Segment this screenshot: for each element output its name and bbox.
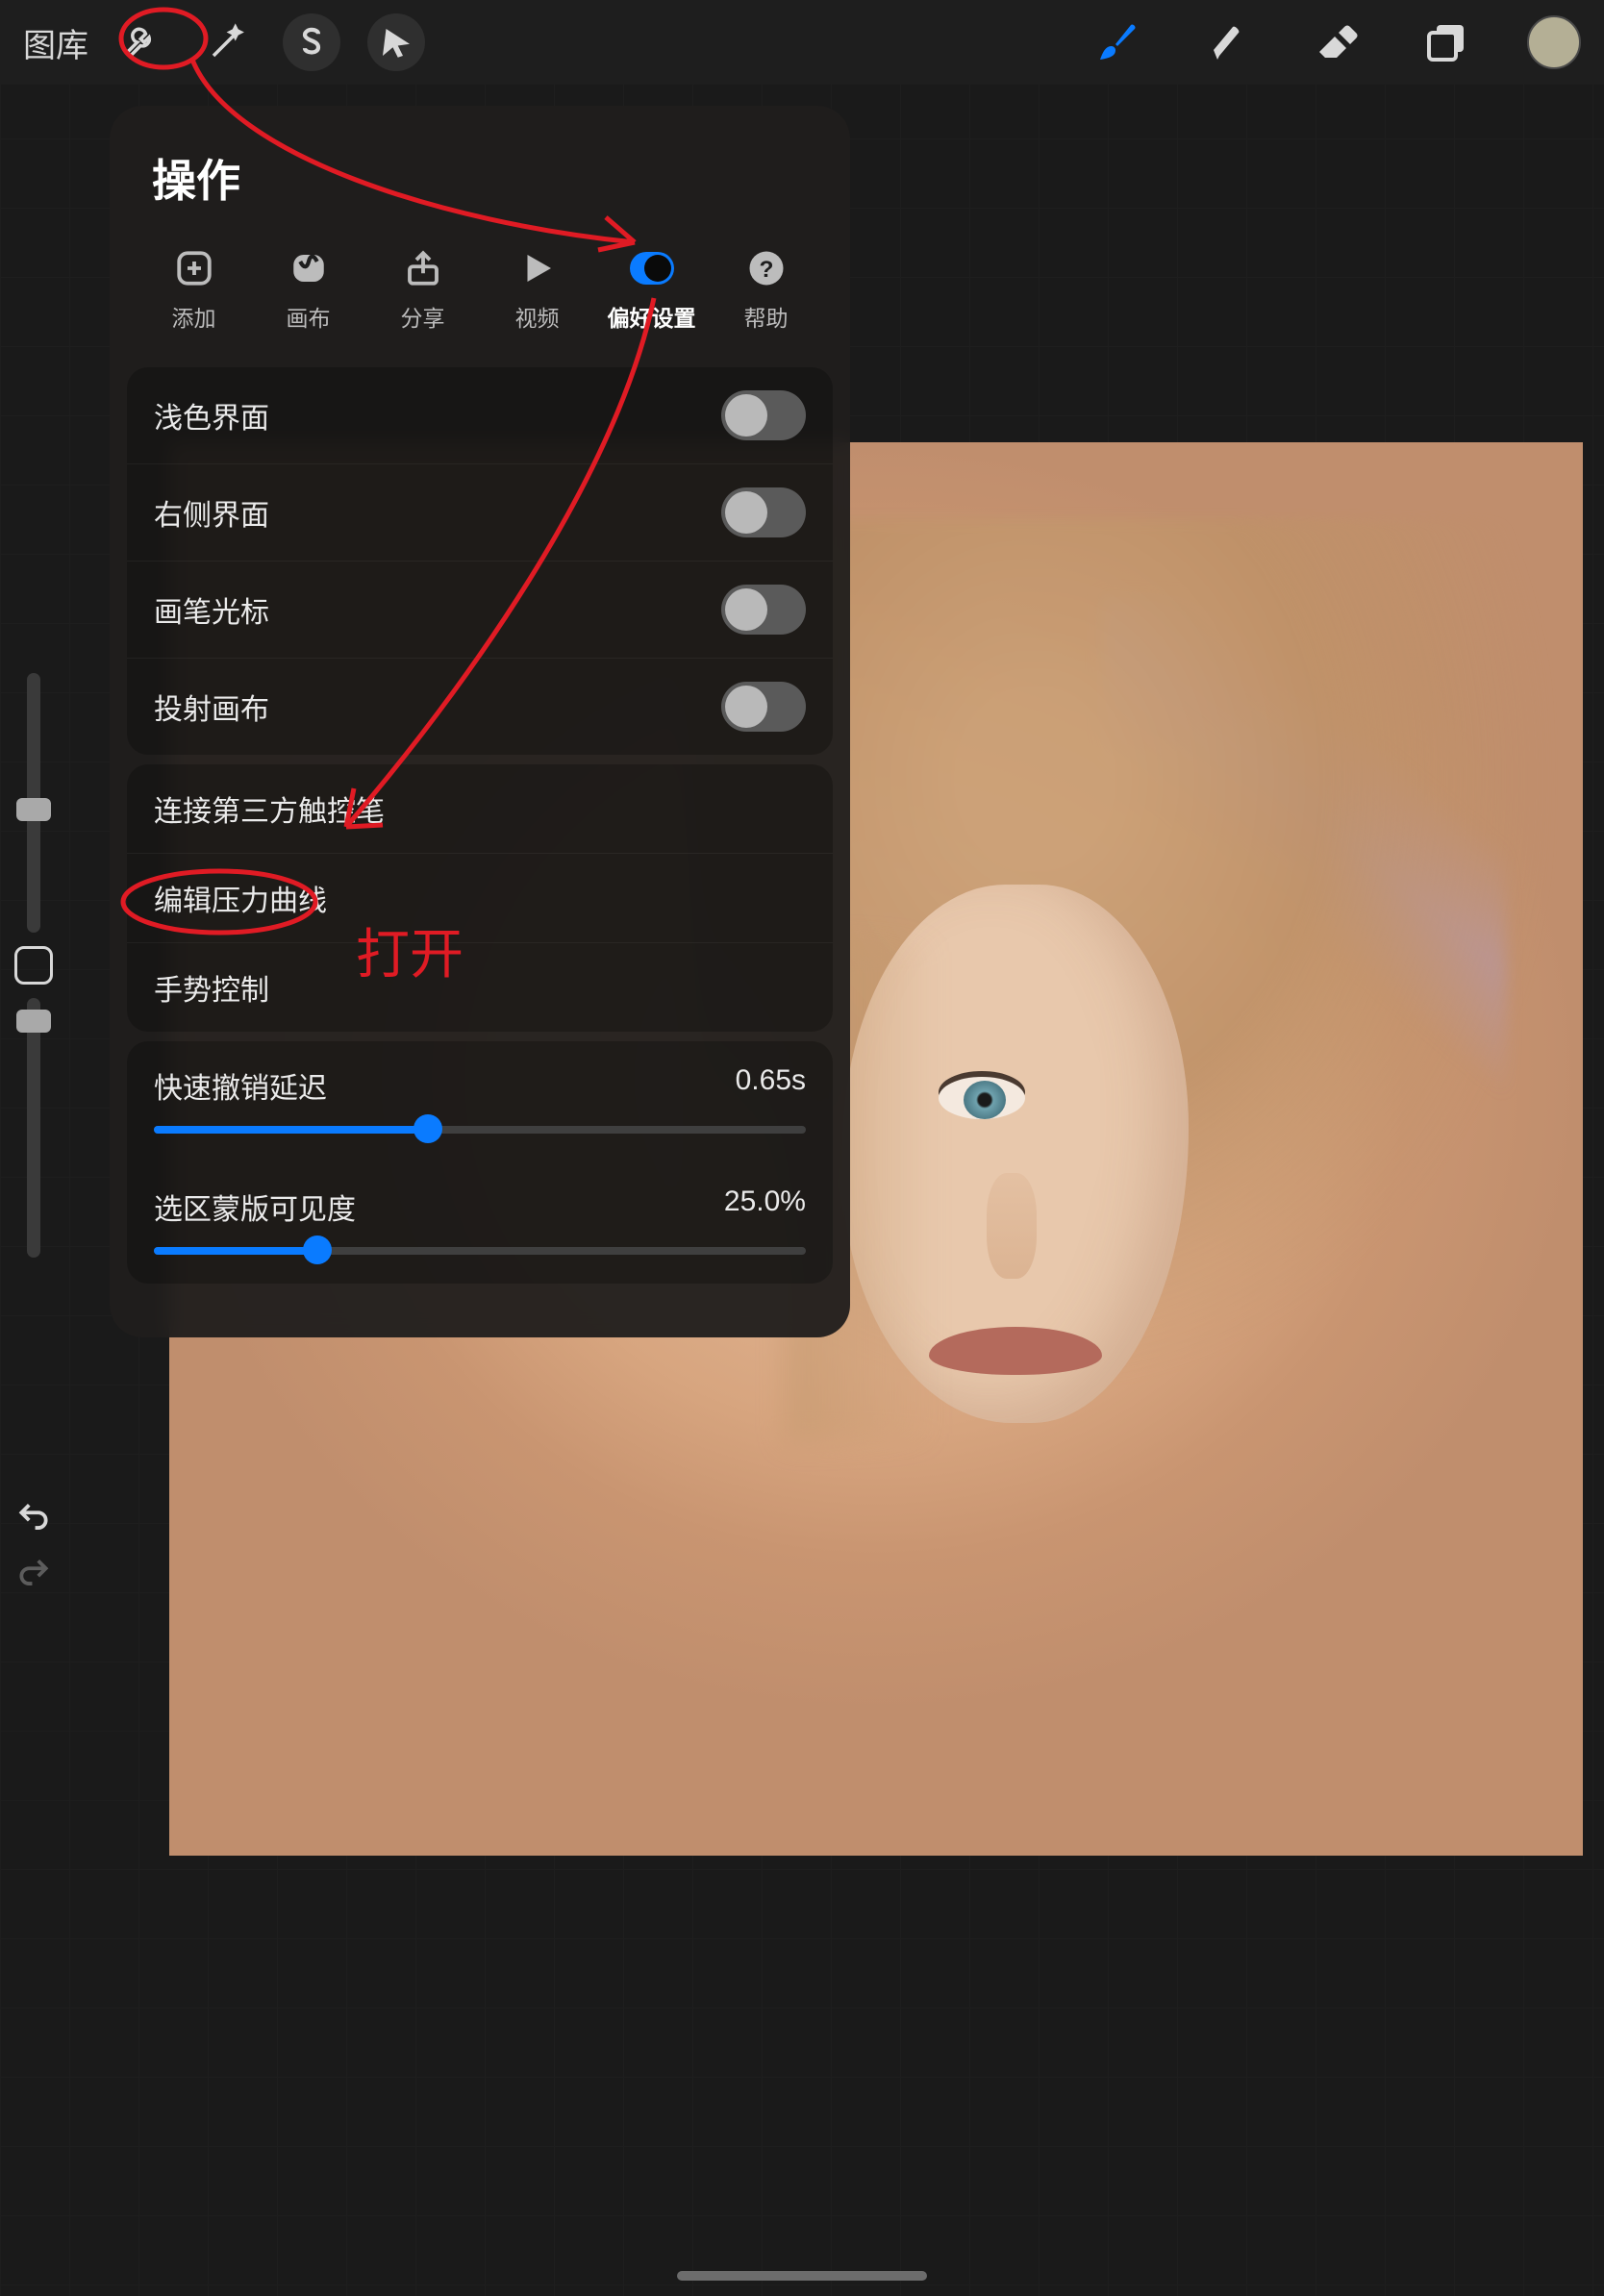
undo-button[interactable] [13,1496,55,1538]
select-s-icon[interactable] [283,13,340,71]
gallery-button[interactable]: 图库 [23,19,88,66]
svg-text:?: ? [759,257,773,283]
toggle-icon [630,252,674,285]
tab-label: 添加 [172,300,216,333]
row-label: 右侧界面 [154,491,269,534]
row-label: 编辑压力曲线 [154,877,327,919]
actions-popover: 操作 添加 画布 分享 视频 偏好设置 ? 帮助 浅色界面 [110,106,850,1337]
toggle-switch[interactable] [721,487,806,537]
layers-icon[interactable] [1417,13,1475,71]
row-label: 画笔光标 [154,588,269,631]
tab-label: 视频 [515,300,560,333]
tab-video[interactable]: 视频 [480,246,594,333]
cursor-arrow-icon[interactable] [367,13,425,71]
brush-icon[interactable] [1089,13,1146,71]
brush-size-slider[interactable] [27,673,40,933]
row-label: 连接第三方触控笔 [154,787,385,830]
smudge-icon[interactable] [1198,13,1256,71]
toggle-switch[interactable] [721,682,806,732]
selection-mask-visibility[interactable]: 选区蒙版可见度 25.0% [127,1162,833,1284]
tab-canvas[interactable]: 画布 [251,246,365,333]
pref-connect-stylus[interactable]: 连接第三方触控笔 [127,764,833,853]
tab-label: 分享 [401,300,445,333]
popover-tabs: 添加 画布 分享 视频 偏好设置 ? 帮助 [110,229,850,358]
pref-project-canvas[interactable]: 投射画布 [127,658,833,755]
eraser-icon[interactable] [1308,13,1366,71]
prefs-toggles-group: 浅色界面 右侧界面 画笔光标 投射画布 [127,367,833,755]
prefs-sliders-group: 快速撤销延迟 0.65s 选区蒙版可见度 25.0% [127,1041,833,1284]
top-toolbar: 图库 [0,0,1604,85]
toggle-switch[interactable] [721,390,806,440]
slider-value: 0.65s [736,1064,806,1107]
tab-label: 画布 [287,300,331,333]
pref-right-interface[interactable]: 右侧界面 [127,463,833,561]
rapid-undo-delay[interactable]: 快速撤销延迟 0.65s [127,1041,833,1162]
toggle-switch[interactable] [721,585,806,635]
wrench-icon[interactable] [113,13,171,71]
tab-label: 偏好设置 [608,300,696,333]
popover-title: 操作 [110,146,850,229]
row-label: 浅色界面 [154,394,269,437]
pref-light-interface[interactable]: 浅色界面 [127,367,833,463]
row-label: 投射画布 [154,686,269,728]
pref-pressure-curve[interactable]: 编辑压力曲线 [127,853,833,942]
prefs-links-group: 连接第三方触控笔 编辑压力曲线 手势控制 [127,764,833,1032]
row-label: 手势控制 [154,966,269,1009]
home-indicator [677,2271,927,2281]
tab-prefs[interactable]: 偏好设置 [594,246,709,333]
pref-gesture-controls[interactable]: 手势控制 [127,942,833,1032]
tab-share[interactable]: 分享 [365,246,480,333]
slider-label: 选区蒙版可见度 [154,1185,356,1228]
tab-label: 帮助 [744,300,789,333]
pref-brush-cursor[interactable]: 画笔光标 [127,561,833,658]
modify-button[interactable] [14,946,53,985]
slider-value: 25.0% [724,1185,806,1228]
brush-opacity-slider[interactable] [27,998,40,1258]
tab-add[interactable]: 添加 [137,246,251,333]
color-swatch[interactable] [1527,15,1581,69]
tab-help[interactable]: ? 帮助 [709,246,823,333]
wand-icon[interactable] [198,13,256,71]
redo-button[interactable] [13,1552,55,1594]
left-sidebar [0,673,67,1663]
slider-label: 快速撤销延迟 [154,1064,327,1107]
